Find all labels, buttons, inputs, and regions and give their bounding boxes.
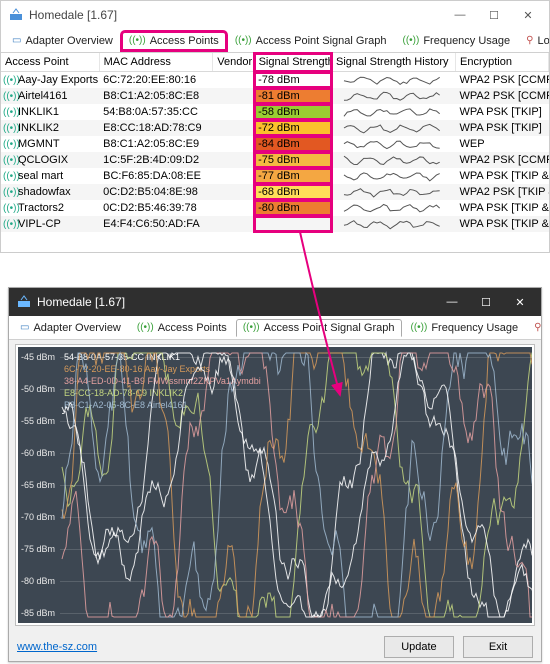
graph-panel: 54-B8-0A-57-35-CC INKLIK16C-72-20-EE-80-… (15, 344, 535, 626)
update-button[interactable]: Update (384, 636, 454, 658)
wifi-icon: ((•)) (3, 91, 15, 102)
exit-button[interactable]: Exit (463, 636, 533, 658)
wifi-icon: ((•)) (3, 203, 15, 214)
tab-location[interactable]: ⚲Location (519, 32, 549, 50)
column-header[interactable]: Signal Strength (254, 53, 331, 72)
wifi-icon: ((•)) (3, 139, 15, 150)
access-point-table: Access PointMAC AddressVendorSignal Stre… (1, 53, 549, 232)
column-header[interactable]: MAC Address (99, 53, 213, 72)
table-row[interactable]: ((•))MGMNTB8:C1:A2:05:8C:E9-84 dBmWEP (1, 136, 549, 152)
table-row[interactable]: ((•))shadowfax0C:D2:B5:04:8E:98-68 dBmWP… (1, 184, 549, 200)
y-tick: -50 dBm (21, 384, 55, 394)
maximize-button[interactable]: ☐ (469, 292, 503, 312)
table-row[interactable]: ((•))Aay-Jay Exports6C:72:20:EE:80:16-78… (1, 72, 549, 89)
y-tick: -60 dBm (21, 448, 55, 458)
tab-access-points[interactable]: ((•))Access Points (122, 32, 226, 50)
y-tick: -75 dBm (21, 544, 55, 554)
table-row[interactable]: ((•))Airtel4161B8:C1:A2:05:8C:E8-81 dBmW… (1, 88, 549, 104)
window-title: Homedale [1.67] (29, 8, 443, 22)
table-row[interactable]: ((•))INKLIK2E8:CC:18:AD:78:C9-72 dBmWPA … (1, 120, 549, 136)
column-header[interactable]: Signal Strength History (332, 53, 456, 72)
y-tick: -55 dBm (21, 416, 55, 426)
wifi-icon: ((•)) (3, 107, 15, 118)
minimize-button[interactable]: — (435, 292, 469, 312)
tab-access-point-signal-graph[interactable]: ((•))Access Point Signal Graph (228, 32, 394, 50)
window-access-points: Homedale [1.67] — ☐ ✕ ▭Adapter Overview(… (0, 0, 550, 253)
close-button[interactable]: ✕ (503, 292, 537, 312)
titlebar[interactable]: Homedale [1.67] — ☐ ✕ (9, 288, 541, 316)
wifi-icon: ((•)) (3, 219, 15, 230)
wifi-icon: ((•)) (3, 171, 15, 182)
table-row[interactable]: ((•))INKLIK154:B8:0A:57:35:CC-58 dBmWPA … (1, 104, 549, 120)
tab-location[interactable]: ⚲Location (527, 319, 541, 337)
window-signal-graph: Homedale [1.67] — ☐ ✕ ▭Adapter Overview(… (8, 287, 542, 662)
table-row[interactable]: ((•))Tractors20C:D2:B5:46:39:78-80 dBmWP… (1, 200, 549, 216)
column-header[interactable]: Vendor (213, 53, 254, 72)
wifi-icon: ((•)) (3, 187, 15, 198)
y-tick: -45 dBm (21, 352, 55, 362)
footer-bar: www.the-sz.com Update Exit (9, 632, 541, 664)
column-header[interactable]: Encryption (455, 53, 548, 72)
window-title: Homedale [1.67] (37, 295, 435, 309)
tab-bar: ▭Adapter Overview((•))Access Points((•))… (1, 29, 549, 53)
table-row[interactable]: ((•))QCLOGIX1C:5F:2B:4D:09:D2-75 dBmWPA2… (1, 152, 549, 168)
tab-access-points[interactable]: ((•))Access Points (130, 319, 234, 337)
tab-frequency-usage[interactable]: ((•))Frequency Usage (404, 319, 526, 337)
table-row[interactable]: ((•))seal martBC:F6:85:DA:08:EE-77 dBmWP… (1, 168, 549, 184)
tab-adapter-overview[interactable]: ▭Adapter Overview (13, 319, 128, 337)
website-link[interactable]: www.the-sz.com (17, 641, 97, 653)
tab-bar: ▭Adapter Overview((•))Access Points((•))… (9, 316, 541, 340)
y-tick: -65 dBm (21, 480, 55, 490)
wifi-icon: ((•)) (3, 155, 15, 166)
tab-adapter-overview[interactable]: ▭Adapter Overview (5, 32, 120, 50)
titlebar[interactable]: Homedale [1.67] — ☐ ✕ (1, 1, 549, 29)
wifi-icon: ((•)) (3, 75, 15, 86)
column-header[interactable]: Access Point (1, 53, 99, 72)
wifi-icon: ((•)) (3, 123, 15, 134)
y-tick: -80 dBm (21, 576, 55, 586)
table-row[interactable]: ((•))VIPL-CPE4:F4:C6:50:AD:FAWPA PSK [TK… (1, 216, 549, 232)
tab-frequency-usage[interactable]: ((•))Frequency Usage (396, 32, 518, 50)
tab-access-point-signal-graph[interactable]: ((•))Access Point Signal Graph (236, 319, 402, 337)
maximize-button[interactable]: ☐ (477, 5, 511, 25)
app-icon (9, 7, 23, 24)
close-button[interactable]: ✕ (511, 5, 545, 25)
y-tick: -85 dBm (21, 608, 55, 618)
signal-graph[interactable]: 54-B8-0A-57-35-CC INKLIK16C-72-20-EE-80-… (18, 347, 532, 623)
app-icon (17, 294, 31, 311)
minimize-button[interactable]: — (443, 5, 477, 25)
y-tick: -70 dBm (21, 512, 55, 522)
